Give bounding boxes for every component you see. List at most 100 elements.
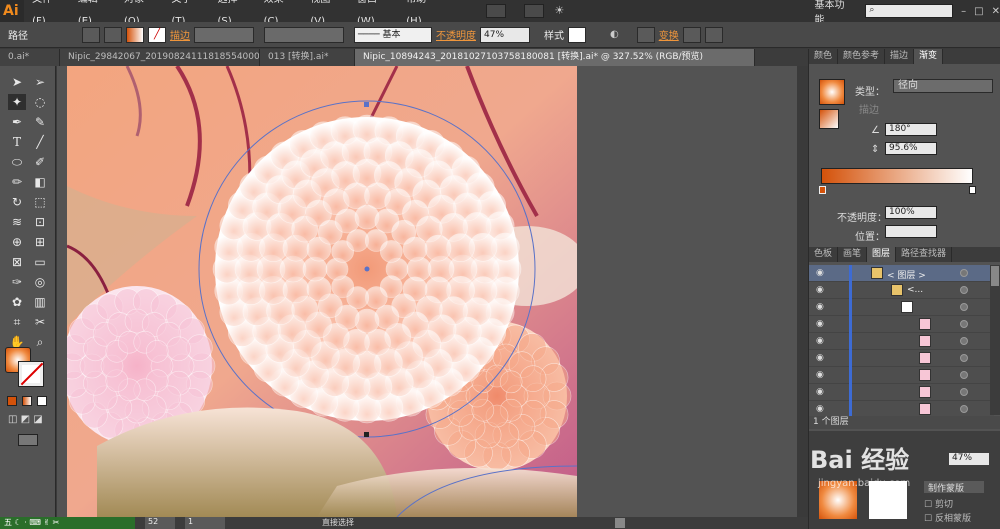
zoom-field[interactable]: 52 [145,517,175,529]
warp-tool-icon[interactable]: ≋ [8,214,26,230]
gradient-tool-icon[interactable]: ▭ [31,254,49,270]
target-icon[interactable] [960,320,968,328]
fill-stroke-mini-icon[interactable] [819,109,839,129]
stop-opacity-field[interactable]: 100% [885,206,937,219]
pencil-tool-icon[interactable]: ✏ [8,174,26,190]
search-input[interactable]: ⌕ [865,4,954,18]
gradient-stop-end[interactable] [969,186,976,194]
transform-label[interactable]: 变换 [659,27,679,42]
angle-field[interactable]: 180° [885,123,937,136]
panel-tab[interactable]: 色板 [809,247,839,262]
ellipse-tool-icon[interactable]: ⬭ [8,154,26,170]
recolor-icon[interactable] [104,26,122,43]
layers-scrollbar[interactable] [990,265,1000,415]
graphic-style-swatch[interactable] [568,26,586,43]
arrange-docs-icon[interactable] [523,4,545,18]
document-tab[interactable]: Nipic_10894243_20181027103758180081 [转换]… [355,49,755,66]
layer-name[interactable]: <... [907,285,923,295]
flip-icon[interactable] [704,26,723,43]
slice-tool-icon[interactable]: ✂ [31,314,49,330]
zoom-tool-icon[interactable]: ⌕ [31,334,49,350]
document-setup-icon[interactable]: ◐ [610,29,619,40]
selection-tool-icon[interactable]: ➤ [8,74,26,90]
panel-tab[interactable]: 渐变 [914,49,944,64]
stroke-label[interactable]: 描边 [170,27,190,42]
panel-tab[interactable]: 路径查找器 [896,247,953,262]
target-icon[interactable] [960,337,968,345]
gradient-mode-icon[interactable] [22,396,32,406]
color-mode-icon[interactable] [7,396,17,406]
none-mode-icon[interactable] [37,396,47,406]
visibility-eye-icon[interactable]: ◉ [816,404,830,414]
gradient-type-select[interactable]: 径向 [893,79,993,93]
canvas[interactable] [57,66,797,517]
visibility-eye-icon[interactable]: ◉ [816,370,830,380]
close-icon[interactable]: ✕ [992,6,1000,17]
visibility-eye-icon[interactable]: ◉ [816,336,830,346]
document-tab[interactable]: Nipic_29842067_20190824111818554000.ai* [60,49,260,66]
document-tab[interactable]: 013 [转换].ai* [260,49,355,66]
brush-style-field[interactable]: ──── 基本 [354,26,432,43]
scale-tool-icon[interactable]: ⬚ [31,194,49,210]
eyedropper-tool-icon[interactable]: ✑ [8,274,26,290]
stroke-color-swatch[interactable] [18,361,44,387]
layer-row[interactable]: ◉ [809,350,994,367]
artboard-field[interactable]: 1 [185,517,225,529]
panel-tab[interactable]: 画笔 [838,247,868,262]
panel-tab[interactable]: 颜色 [809,49,839,64]
line-tool-icon[interactable]: ╱ [31,134,49,150]
panel-tab[interactable]: 图层 [867,247,897,262]
stop-location-field[interactable] [885,225,937,238]
blend-tool-icon[interactable]: ◎ [31,274,49,290]
layer-row[interactable]: ◉ [809,367,994,384]
minimize-icon[interactable]: – [961,6,966,17]
column-graph-tool-icon[interactable]: ▥ [31,294,49,310]
drawing-modes-icon[interactable]: ◫ ◩ ◪ [8,414,48,426]
artboard-tool-icon[interactable]: ⌗ [8,314,26,330]
visibility-eye-icon[interactable]: ◉ [816,268,830,278]
paintbrush-tool-icon[interactable]: ✐ [31,154,49,170]
perspective-grid-tool-icon[interactable]: ⊞ [31,234,49,250]
ime-toolbar[interactable]: 五 ☾ · ⌨ ✌ ✂ [0,517,135,529]
lasso-tool-icon[interactable]: ◌ [31,94,49,110]
visibility-eye-icon[interactable]: ◉ [816,387,830,397]
stroke-weight-field[interactable] [194,26,254,43]
clip-checkbox[interactable]: ☐ 剪切 [924,497,953,510]
bridge-icon[interactable] [485,4,506,18]
visibility-eye-icon[interactable]: ◉ [816,285,830,295]
type-tool-icon[interactable]: T [8,134,26,150]
symbol-sprayer-tool-icon[interactable]: ✿ [8,294,26,310]
mesh-tool-icon[interactable]: ⊠ [8,254,26,270]
visibility-eye-icon[interactable]: ◉ [816,302,830,312]
layer-row[interactable]: ◉ [809,299,994,316]
direct-selection-tool-icon[interactable]: ➢ [31,74,49,90]
curvature-tool-icon[interactable]: ✎ [31,114,49,130]
gradient-stop-start[interactable] [819,186,826,194]
isolate-icon[interactable] [82,26,100,43]
invert-mask-checkbox[interactable]: ☐ 反相蒙版 [924,511,971,524]
layer-row[interactable]: ◉ [809,316,994,333]
gradient-preview-swatch[interactable] [819,79,845,105]
aspect-ratio-field[interactable]: 95.6% [885,142,937,155]
horizontal-scroll-thumb[interactable] [615,518,625,528]
opacity-field[interactable]: 47% [480,26,530,43]
stroke-swatch[interactable]: ╱ [148,26,166,43]
layer-row[interactable]: ◉ [809,333,994,350]
target-icon[interactable] [960,303,968,311]
layer-name[interactable]: < 图层 > [887,268,926,281]
screen-mode-icon[interactable] [18,434,38,446]
pen-tool-icon[interactable]: ✒ [8,114,26,130]
variable-width-field[interactable] [264,26,344,43]
target-icon[interactable] [960,405,968,413]
gpu-performance-icon[interactable]: ☀ [554,4,574,18]
make-mask-button[interactable]: 制作蒙版 [924,481,984,494]
layer-row[interactable]: ◉ [809,384,994,401]
free-transform-tool-icon[interactable]: ⊡ [31,214,49,230]
target-icon[interactable] [960,269,968,277]
visibility-eye-icon[interactable]: ◉ [816,319,830,329]
maximize-icon[interactable]: □ [974,6,983,17]
document-tab[interactable]: 0.ai* [0,49,60,66]
panel-tab[interactable]: 描边 [885,49,915,64]
shape-builder-tool-icon[interactable]: ⊕ [8,234,26,250]
target-icon[interactable] [960,371,968,379]
